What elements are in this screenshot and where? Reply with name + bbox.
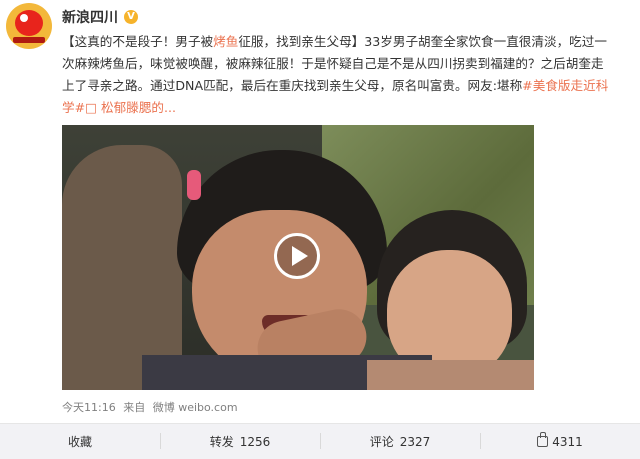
avatar-eye <box>20 14 28 22</box>
post-line-1: 【这真的不是段子！男子被烤鱼征服，找到亲生父母】33岁男子胡奎全家饮食一直很清淡… <box>62 31 632 53</box>
comment-label: 评论 <box>369 435 394 449</box>
avatar[interactable] <box>6 3 52 49</box>
post-time[interactable]: 今天11:16 <box>62 401 116 414</box>
hair-clip <box>187 170 201 200</box>
like-count: 4311 <box>552 434 583 449</box>
avatar-tag <box>13 37 45 43</box>
repost-button[interactable]: 转发 1256 <box>160 424 320 459</box>
topic-link-end[interactable]: 学# <box>62 100 85 115</box>
source-prefix: 来自 <box>123 401 146 414</box>
post-text-segment: 【这真的不是段子！男子被 <box>62 34 214 49</box>
post-text-segment: 上了寻亲之路。通过DNA匹配，最后在重庆找到亲生父母，原名叫富贵。网友:堪称 <box>62 78 523 93</box>
topic-link[interactable]: #美食版走近科 <box>522 78 608 93</box>
avatar-logo-mark <box>15 10 43 36</box>
repost-label: 转发 <box>209 435 234 449</box>
account-name-row: 新浪四川 V <box>62 7 138 27</box>
video-thumbnail[interactable] <box>62 125 534 390</box>
girl-clothes <box>367 360 534 390</box>
post-text: 【这真的不是段子！男子被烤鱼征服，找到亲生父母】33岁男子胡奎全家饮食一直很清淡… <box>62 31 632 119</box>
comment-count: 2327 <box>399 434 431 449</box>
comment-button[interactable]: 评论 2327 <box>320 424 480 459</box>
account-name[interactable]: 新浪四川 <box>62 7 118 27</box>
thumbs-up-icon <box>537 432 549 447</box>
verified-badge-icon: V <box>124 10 138 24</box>
repost-count: 1256 <box>239 434 271 449</box>
action-bar: 收藏 转发 1256 评论 2327 4311 <box>0 424 640 459</box>
favorite-button[interactable]: 收藏 <box>0 424 160 459</box>
post-text-segment: 征服，找到亲生父母】33岁男子胡奎全家饮食一直很清淡，吃过一 <box>238 34 607 49</box>
post-line-3: 上了寻亲之路。通过DNA匹配，最后在重庆找到亲生父母，原名叫富贵。网友:堪称#美… <box>62 75 632 97</box>
post-line-4: 学#□ 松郁滕腮的... <box>62 97 632 119</box>
post-line-2: 次麻辣烤鱼后，味觉被唤醒，被麻辣征服！于是怀疑自己是不是从四川拐卖到福建的？之后… <box>62 56 604 71</box>
like-button[interactable]: 4311 <box>480 424 640 459</box>
post-source[interactable]: 微博 weibo.com <box>153 401 238 414</box>
person-left <box>62 145 182 390</box>
play-triangle <box>292 246 308 266</box>
keyword-link[interactable]: 烤鱼 <box>213 34 238 49</box>
favorite-label: 收藏 <box>67 435 92 449</box>
user-link[interactable]: □ 松郁滕腮的... <box>85 100 176 115</box>
play-icon[interactable] <box>274 233 320 279</box>
post-meta: 今天11:16 来自 微博 weibo.com <box>62 399 242 415</box>
